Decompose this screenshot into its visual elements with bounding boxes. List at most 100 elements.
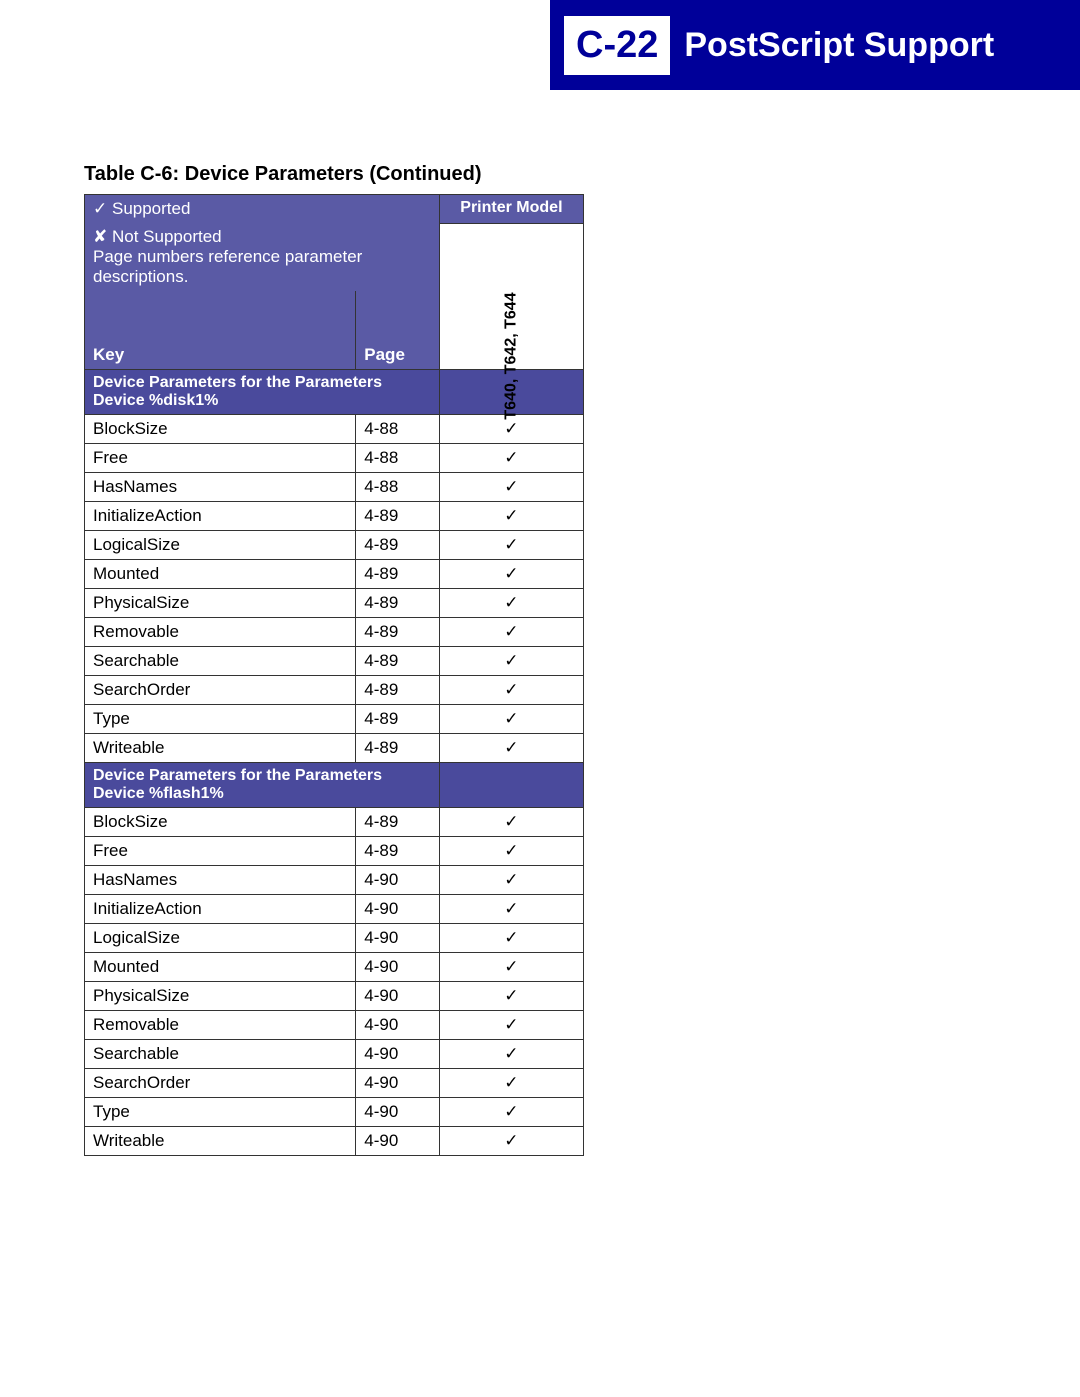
cell-supported: ✓	[439, 560, 583, 589]
cell-page: 4-89	[356, 705, 440, 734]
cell-page: 4-90	[356, 953, 440, 982]
cell-key: LogicalSize	[85, 531, 356, 560]
cell-key: Type	[85, 705, 356, 734]
document-page: C-22 PostScript Support Table C-6: Devic…	[0, 0, 1080, 1397]
cell-page: 4-90	[356, 895, 440, 924]
cell-page: 4-88	[356, 415, 440, 444]
cell-supported: ✓	[439, 705, 583, 734]
legend-notsupported: Not Supported	[112, 227, 222, 246]
cell-supported: ✓	[439, 1127, 583, 1156]
cell-supported: ✓	[439, 953, 583, 982]
cell-supported: ✓	[439, 647, 583, 676]
cell-page: 4-90	[356, 1069, 440, 1098]
cell-supported: ✓	[439, 1098, 583, 1127]
cell-key: HasNames	[85, 473, 356, 502]
cell-supported: ✓	[439, 924, 583, 953]
cell-page: 4-90	[356, 1011, 440, 1040]
section-heading: Device Parameters for the Parameters Dev…	[85, 370, 440, 415]
cell-page: 4-90	[356, 1127, 440, 1156]
cell-key: Free	[85, 444, 356, 473]
table-row: Mounted4-89✓	[85, 560, 584, 589]
cell-key: BlockSize	[85, 415, 356, 444]
cell-page: 4-89	[356, 837, 440, 866]
column-page: Page	[364, 345, 405, 364]
check-icon: ✓	[93, 199, 107, 218]
column-printer-model: Printer Model	[460, 199, 562, 216]
table-row: Type4-89✓	[85, 705, 584, 734]
cell-supported: ✓	[439, 531, 583, 560]
cell-key: Removable	[85, 618, 356, 647]
cell-key: Free	[85, 837, 356, 866]
legend-note: Page numbers reference parameter descrip…	[93, 247, 362, 286]
cell-page: 4-89	[356, 560, 440, 589]
cell-supported: ✓	[439, 1069, 583, 1098]
cell-supported: ✓	[439, 1011, 583, 1040]
cell-key: SearchOrder	[85, 676, 356, 705]
cell-page: 4-90	[356, 1040, 440, 1069]
cell-key: Removable	[85, 1011, 356, 1040]
legend-supported: Supported	[112, 199, 190, 218]
cell-supported: ✓	[439, 676, 583, 705]
table-row: Searchable4-89✓	[85, 647, 584, 676]
cell-page: 4-89	[356, 808, 440, 837]
model-label: T640, T642, T644	[502, 292, 520, 419]
cell-key: PhysicalSize	[85, 589, 356, 618]
section-heading: Device Parameters for the Parameters Dev…	[85, 763, 440, 808]
cell-page: 4-88	[356, 444, 440, 473]
cell-supported: ✓	[439, 866, 583, 895]
parameters-table: ✓ Supported Printer Model ✘ Not Supporte…	[84, 194, 584, 1156]
table-row: Free4-89✓	[85, 837, 584, 866]
column-key: Key	[93, 345, 124, 364]
table-caption: Table C-6: Device Parameters (Continued)	[84, 163, 482, 186]
cell-supported: ✓	[439, 895, 583, 924]
cell-page: 4-89	[356, 734, 440, 763]
cell-page: 4-89	[356, 502, 440, 531]
cell-key: Writeable	[85, 1127, 356, 1156]
table-row: InitializeAction4-90✓	[85, 895, 584, 924]
table-row: HasNames4-90✓	[85, 866, 584, 895]
cell-supported: ✓	[439, 618, 583, 647]
cell-page: 4-89	[356, 618, 440, 647]
table-row: Writeable4-90✓	[85, 1127, 584, 1156]
legend-row-notsupported: ✘ Not Supported Page numbers reference p…	[85, 223, 584, 291]
cell-page: 4-88	[356, 473, 440, 502]
cell-page: 4-89	[356, 676, 440, 705]
table-row: Writeable4-89✓	[85, 734, 584, 763]
x-icon: ✘	[93, 227, 107, 246]
cell-page: 4-89	[356, 589, 440, 618]
table-row: Removable4-90✓	[85, 1011, 584, 1040]
cell-page: 4-90	[356, 866, 440, 895]
table-row: BlockSize4-89✓	[85, 808, 584, 837]
cell-supported: ✓	[439, 808, 583, 837]
table-row: Mounted4-90✓	[85, 953, 584, 982]
cell-supported: ✓	[439, 444, 583, 473]
page-number: C-22	[564, 16, 670, 75]
cell-key: BlockSize	[85, 808, 356, 837]
cell-supported: ✓	[439, 473, 583, 502]
cell-page: 4-89	[356, 531, 440, 560]
cell-page: 4-90	[356, 924, 440, 953]
table-row: HasNames4-88✓	[85, 473, 584, 502]
cell-supported: ✓	[439, 502, 583, 531]
cell-supported: ✓	[439, 837, 583, 866]
table-row: SearchOrder4-89✓	[85, 676, 584, 705]
section-heading-spacer	[439, 763, 583, 808]
cell-key: HasNames	[85, 866, 356, 895]
cell-key: SearchOrder	[85, 1069, 356, 1098]
table-row: LogicalSize4-89✓	[85, 531, 584, 560]
section-heading-row: Device Parameters for the Parameters Dev…	[85, 763, 584, 808]
cell-key: Type	[85, 1098, 356, 1127]
parameters-table-wrap: ✓ Supported Printer Model ✘ Not Supporte…	[84, 194, 584, 1156]
legend-row-supported: ✓ Supported Printer Model	[85, 195, 584, 224]
table-row: Type4-90✓	[85, 1098, 584, 1127]
cell-key: PhysicalSize	[85, 982, 356, 1011]
table-row: Removable4-89✓	[85, 618, 584, 647]
cell-supported: ✓	[439, 734, 583, 763]
cell-page: 4-89	[356, 647, 440, 676]
table-row: SearchOrder4-90✓	[85, 1069, 584, 1098]
table-row: InitializeAction4-89✓	[85, 502, 584, 531]
cell-key: Mounted	[85, 953, 356, 982]
cell-key: InitializeAction	[85, 895, 356, 924]
cell-key: Mounted	[85, 560, 356, 589]
cell-key: LogicalSize	[85, 924, 356, 953]
